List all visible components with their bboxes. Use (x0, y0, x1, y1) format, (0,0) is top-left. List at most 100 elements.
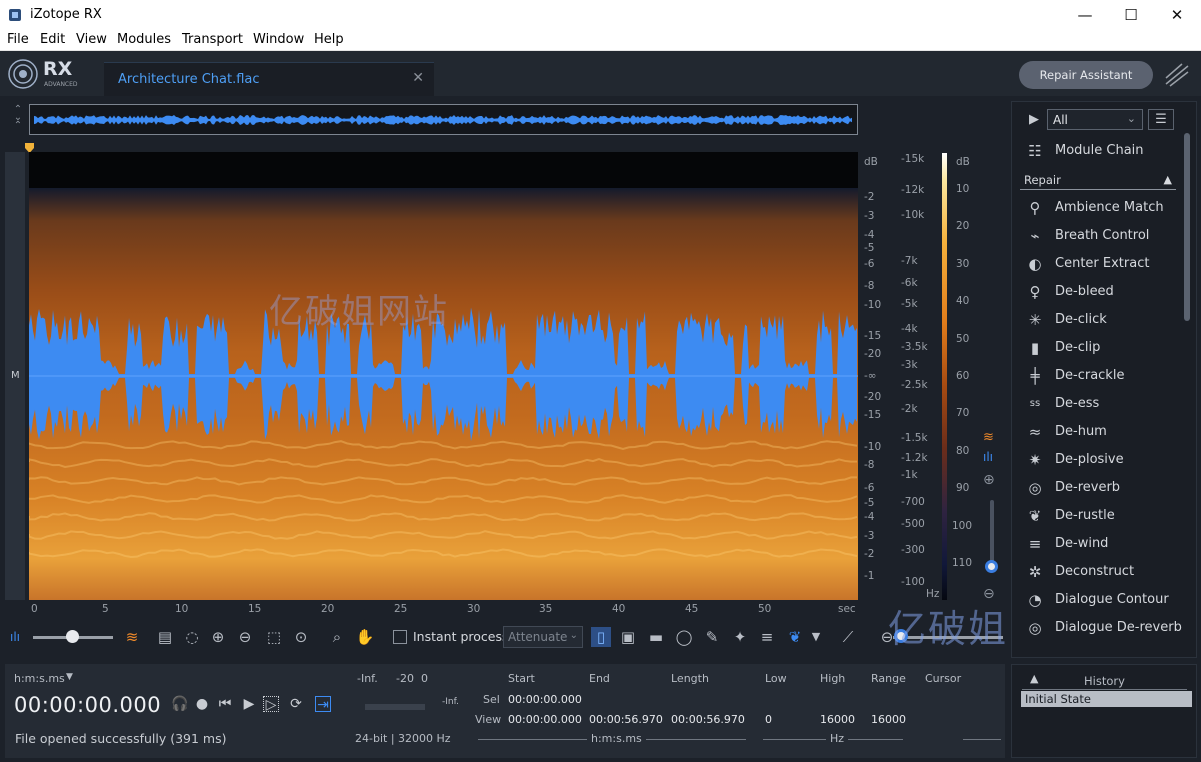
overview-waveform[interactable] (29, 104, 858, 135)
waveform-view-icon[interactable]: ılı (983, 450, 993, 464)
lasso-tool-icon[interactable]: ◯ (674, 627, 694, 647)
view-high-field[interactable]: 16000 (820, 713, 855, 726)
module-item-de-plosive[interactable]: ✷ De-plosive (1024, 449, 1184, 473)
module-item-de-ess[interactable]: ss De-ess (1024, 393, 1184, 417)
headphones-icon[interactable]: 🎧 (171, 696, 188, 712)
maximize-button[interactable]: ☐ (1108, 2, 1154, 28)
opacity-slider-knob[interactable] (66, 630, 79, 643)
module-item-de-clip[interactable]: ▮ De-clip (1024, 337, 1184, 361)
zoom-selection-icon[interactable]: ⬚ (264, 627, 284, 647)
spectrogram-settings-icon[interactable]: ▤ (155, 627, 175, 647)
view-length-field[interactable]: 00:00:56.970 (671, 713, 745, 726)
time-frequency-selection-icon[interactable]: ▣ (618, 627, 638, 647)
hz-tick: -500 (901, 518, 925, 530)
module-chain-item[interactable]: ☷ Module Chain (1024, 140, 1184, 164)
zoom-in-vertical-icon[interactable]: ⊕ (983, 472, 995, 488)
collapse-triangle-icon: ▲ (1163, 173, 1172, 186)
menu-window[interactable]: Window (253, 32, 304, 47)
menu-view[interactable]: View (76, 32, 107, 47)
close-window-button[interactable]: ✕ (1154, 2, 1200, 28)
time-format-selector[interactable]: h:m:s.ms (14, 672, 65, 685)
frequency-selection-icon[interactable]: ▬ (646, 627, 666, 647)
view-range-field[interactable]: 16000 (871, 713, 906, 726)
sel-start-field[interactable]: 00:00:00.000 (508, 693, 582, 706)
minimize-button[interactable]: — (1062, 2, 1108, 28)
color-tick: 20 (956, 220, 970, 232)
follow-playback-icon[interactable]: ⇥ (315, 696, 331, 713)
play-icon[interactable]: ▶ (241, 696, 257, 712)
collapse-triangle-icon[interactable]: ▲ (1030, 672, 1038, 685)
module-item-center-extract[interactable]: ◐ Center Extract (1024, 253, 1184, 277)
play-module-icon[interactable]: ▶ (1029, 112, 1041, 127)
channel-strip: M (5, 152, 25, 600)
db-tick: -5 (864, 497, 875, 509)
module-item-deconstruct[interactable]: ✲ Deconstruct (1024, 561, 1184, 585)
timeline-tick: 15 (248, 603, 262, 615)
zoom-in-icon[interactable]: ⊕ (208, 627, 228, 647)
instant-process-mode-select[interactable]: Attenuate ⌄ (503, 626, 583, 648)
brush-tool-icon[interactable]: ✎ (702, 627, 722, 647)
zoom-tool-icon[interactable]: ⌕ (327, 627, 347, 647)
file-tab[interactable]: Architecture Chat.flac ✕ (104, 62, 434, 96)
close-tab-icon[interactable]: ✕ (412, 70, 424, 86)
spectrogram-opacity-icon[interactable]: ≋ (122, 627, 142, 647)
view-start-field[interactable]: 00:00:00.000 (508, 713, 582, 726)
module-item-de-crackle[interactable]: ╪ De-crackle (1024, 365, 1184, 389)
module-list-scrollbar[interactable] (1184, 133, 1190, 321)
magic-wand-icon[interactable]: ✦ (730, 627, 750, 647)
menu-help[interactable]: Help (314, 32, 344, 47)
spectrogram-view-icon[interactable]: ≋ (983, 430, 994, 445)
db-tick: -10 (864, 441, 882, 453)
menu-file[interactable]: File (7, 32, 29, 47)
module-item-de-wind[interactable]: ≡ De-wind (1024, 533, 1184, 557)
module-item-dialogue-de-reverb[interactable]: ◎ Dialogue De-reverb (1024, 617, 1184, 641)
module-item-de-hum[interactable]: ≈ De-hum (1024, 421, 1184, 445)
feather-dropdown-icon[interactable]: ▼ (806, 627, 826, 647)
comment-icon[interactable]: ◌ (182, 627, 202, 647)
feather-icon[interactable]: ❦ (785, 627, 805, 647)
module-item-label: De-hum (1055, 424, 1107, 439)
de-reverb-icon: ◎ (1028, 479, 1042, 497)
module-item-breath-control[interactable]: ⌁ Breath Control (1024, 225, 1184, 249)
module-item-de-reverb[interactable]: ◎ De-reverb (1024, 477, 1184, 501)
file-tab-name[interactable]: Architecture Chat.flac (118, 72, 260, 87)
vertical-zoom-knob[interactable] (985, 560, 998, 573)
instant-process-checkbox[interactable] (393, 630, 407, 644)
hz-tick: -2.5k (901, 379, 928, 391)
menu-edit[interactable]: Edit (40, 32, 65, 47)
spectrogram-view[interactable] (29, 152, 858, 600)
module-list-menu-icon[interactable]: ☰ (1148, 109, 1174, 130)
harmonic-selection-icon[interactable]: ≡ (757, 627, 777, 647)
fade-curve-icon[interactable]: ⟋ (838, 627, 858, 647)
menu-transport[interactable]: Transport (182, 32, 243, 47)
color-tick: 100 (952, 520, 973, 532)
hand-tool-icon[interactable]: ✋ (355, 627, 375, 647)
repair-section-header[interactable]: Repair ▲ (1020, 171, 1176, 190)
record-icon[interactable]: ● (194, 696, 210, 712)
zoom-out-icon[interactable]: ⊖ (235, 627, 255, 647)
waveform-opacity-icon[interactable]: ılı (5, 627, 25, 647)
go-to-start-icon[interactable]: ⏮ (217, 696, 233, 712)
time-selection-tool-icon[interactable]: ▯ (591, 627, 611, 647)
module-item-de-bleed[interactable]: ♀ De-bleed (1024, 281, 1184, 305)
module-item-ambience-match[interactable]: ⚲ Ambience Match (1024, 197, 1184, 221)
de-plosive-icon: ✷ (1028, 451, 1042, 469)
loop-icon[interactable]: ⟳ (288, 696, 304, 712)
overview-collapse-icon[interactable]: ⌃ ⌄ ⌃ (9, 105, 27, 134)
module-item-de-click[interactable]: ✳ De-click (1024, 309, 1184, 333)
play-selection-icon[interactable]: ▷ (263, 696, 279, 713)
timeline-tick: 35 (539, 603, 553, 615)
view-end-field[interactable]: 00:00:56.970 (589, 713, 663, 726)
module-filter-select[interactable]: All ⌄ (1047, 109, 1143, 130)
module-item-de-rustle[interactable]: ❦ De-rustle (1024, 505, 1184, 529)
timeline-ruler[interactable]: 0 5 10 15 20 25 30 35 40 45 50 sec (29, 600, 858, 618)
repair-assistant-button[interactable]: Repair Assistant (1019, 61, 1153, 89)
vertical-zoom-slider[interactable] (990, 500, 994, 568)
module-item-dialogue-contour[interactable]: ◔ Dialogue Contour (1024, 589, 1184, 613)
chevron-down-icon[interactable]: ▼ (66, 672, 73, 682)
timeline-tick: 20 (321, 603, 335, 615)
view-low-field[interactable]: 0 (765, 713, 772, 726)
menu-modules[interactable]: Modules (117, 32, 171, 47)
history-item[interactable]: Initial State (1021, 691, 1192, 707)
zoom-fit-icon[interactable]: ⊙ (291, 627, 311, 647)
